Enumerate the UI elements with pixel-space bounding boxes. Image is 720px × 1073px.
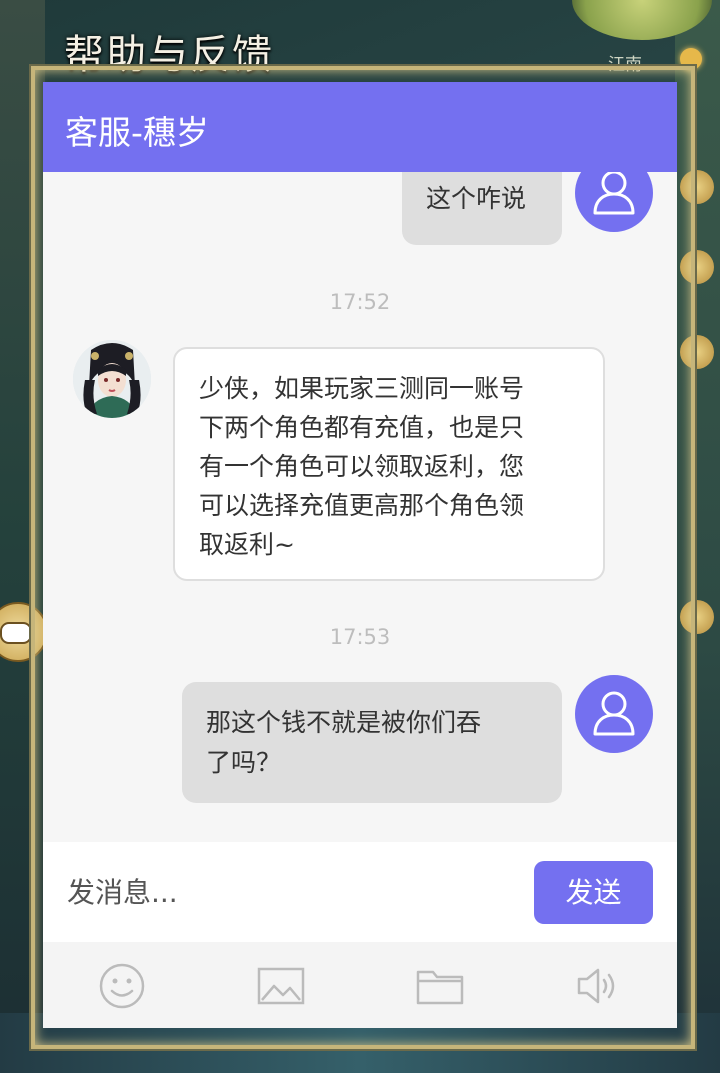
chat-history[interactable]: 这个咋说 17:52 少侠，如果玩家三测同一账号 下两个角色都有充值，也是只 有… — [43, 172, 677, 842]
message-line: 那这个钱不就是被你们吞 — [206, 708, 482, 737]
message-line: 有一个角色可以领取返利，您 — [199, 452, 525, 481]
user-avatar[interactable] — [575, 172, 653, 232]
image-icon[interactable] — [256, 962, 306, 1010]
message-timestamp: 17:53 — [329, 625, 391, 649]
user-icon — [593, 172, 635, 215]
voice-icon[interactable] — [574, 962, 624, 1010]
message-line: 了吗？ — [206, 748, 282, 777]
panel-header: 客服-穗岁 — [43, 82, 677, 172]
message-line: 取返利~ — [199, 530, 295, 559]
message-line: 下两个角色都有充值，也是只 — [199, 413, 525, 442]
panel-title: 客服-穗岁 — [65, 113, 209, 152]
message-line: 可以选择充值更高那个角色领 — [199, 491, 525, 520]
user-message-bubble: 那这个钱不就是被你们吞 了吗？ — [182, 682, 562, 803]
emoji-icon[interactable] — [97, 962, 147, 1010]
agent-message-bubble: 少侠，如果玩家三测同一账号 下两个角色都有充值，也是只 有一个角色可以领取返利，… — [173, 347, 605, 581]
user-avatar[interactable] — [575, 675, 653, 753]
folder-icon[interactable] — [415, 962, 465, 1010]
agent-avatar[interactable] — [73, 340, 151, 418]
agent-avatar-illustration — [73, 340, 151, 418]
user-message-bubble: 这个咋说 — [402, 172, 562, 245]
message-timestamp: 17:52 — [329, 290, 391, 314]
user-icon — [593, 691, 635, 736]
message-input[interactable] — [43, 842, 513, 942]
customer-service-panel: 客服-穗岁 这个咋说 17:52 少侠，如果玩家三测同一账号 下两个角色都有充值… — [43, 82, 677, 1028]
message-input-bar: 发送 — [43, 842, 677, 942]
attachment-toolbar — [43, 942, 677, 1028]
message-text: 这个咋说 — [426, 184, 527, 213]
send-button[interactable]: 发送 — [534, 861, 653, 924]
message-line: 少侠，如果玩家三测同一账号 — [199, 374, 525, 403]
